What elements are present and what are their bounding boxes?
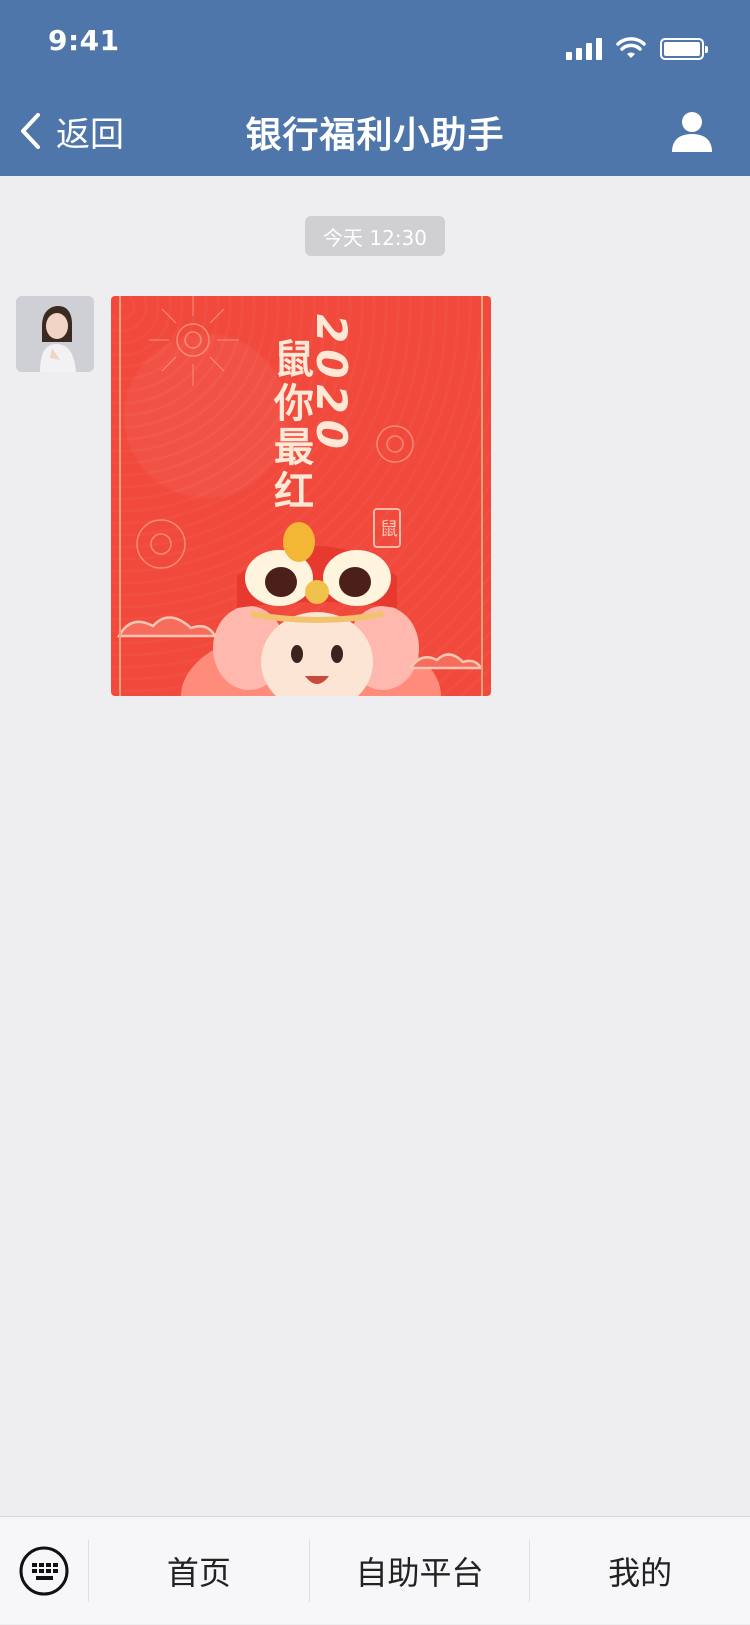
keyboard-icon <box>19 1546 69 1595</box>
avatar[interactable] <box>16 296 94 372</box>
signal-icon <box>566 36 602 60</box>
seal-stamp: 鼠 <box>373 508 401 548</box>
tab-mine[interactable]: 我的 <box>529 1539 750 1602</box>
tab-self-service[interactable]: 自助平台 <box>308 1539 530 1602</box>
red-packet-card[interactable]: 2020 鼠你最红 鼠 <box>111 296 491 696</box>
battery-icon <box>660 38 708 60</box>
top-bar: 9:41 返回 银行福利小助手 <box>0 0 750 176</box>
wifi-icon <box>616 37 646 58</box>
status-time: 9:41 <box>48 24 120 57</box>
message-timestamp: 今天 12:30 <box>305 216 445 256</box>
status-icons <box>566 30 708 60</box>
page-title: 银行福利小助手 <box>245 115 505 156</box>
bottom-menu: 首页 自助平台 我的 <box>0 1516 750 1624</box>
card-phrase: 鼠你最红 <box>267 338 313 514</box>
user-icon[interactable] <box>670 110 714 154</box>
tab-home[interactable]: 首页 <box>88 1539 309 1602</box>
keyboard-toggle[interactable] <box>0 1517 88 1625</box>
